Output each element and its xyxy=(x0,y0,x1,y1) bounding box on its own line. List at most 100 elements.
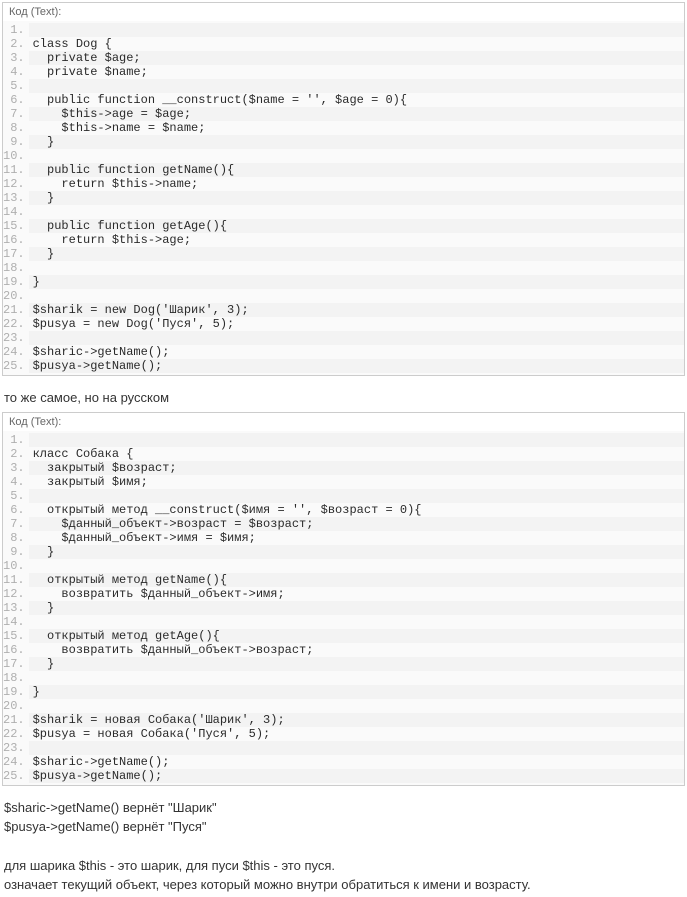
code-block-1: Код (Text): 1.2.3.4.5.6.7.8.9.10.11.12.1… xyxy=(2,2,685,376)
code-line: } xyxy=(29,545,684,559)
line-number: 21. xyxy=(3,713,29,727)
code-line: $данный_объект->имя = $имя; xyxy=(29,531,684,545)
code-line: открытый метод __construct($имя = '', $в… xyxy=(29,503,684,517)
line-number: 2. xyxy=(3,447,29,461)
line-number: 16. xyxy=(3,233,29,247)
line-number: 16. xyxy=(3,643,29,657)
line-numbers: 1.2.3.4.5.6.7.8.9.10.11.12.13.14.15.16.1… xyxy=(3,21,29,375)
code-line: $sharik = new Dog('Шарик', 3); xyxy=(29,303,684,317)
code-lines: class Dog { private $age; private $name;… xyxy=(29,21,684,375)
code-line: public function __construct($name = '', … xyxy=(29,93,684,107)
line-number: 22. xyxy=(3,727,29,741)
line-number: 12. xyxy=(3,587,29,601)
code-line xyxy=(29,433,684,447)
line-number: 3. xyxy=(3,51,29,65)
line-number: 25. xyxy=(3,359,29,373)
code-line: закрытый $возраст; xyxy=(29,461,684,475)
text-line: означает текущий объект, через который м… xyxy=(4,877,531,892)
line-number: 17. xyxy=(3,657,29,671)
code-line: private $name; xyxy=(29,65,684,79)
code-line: возвратить $данный_объект->возраст; xyxy=(29,643,684,657)
line-numbers: 1.2.3.4.5.6.7.8.9.10.11.12.13.14.15.16.1… xyxy=(3,431,29,785)
line-number: 20. xyxy=(3,289,29,303)
line-number: 3. xyxy=(3,461,29,475)
line-number: 4. xyxy=(3,65,29,79)
line-number: 6. xyxy=(3,503,29,517)
line-number: 25. xyxy=(3,769,29,783)
line-number: 6. xyxy=(3,93,29,107)
line-number: 18. xyxy=(3,671,29,685)
line-number: 11. xyxy=(3,163,29,177)
line-number: 14. xyxy=(3,205,29,219)
code-line xyxy=(29,489,684,503)
code-line: } xyxy=(29,135,684,149)
line-number: 14. xyxy=(3,615,29,629)
line-number: 19. xyxy=(3,275,29,289)
line-number: 4. xyxy=(3,475,29,489)
code-line xyxy=(29,671,684,685)
code-line: открытый метод getName(){ xyxy=(29,573,684,587)
line-number: 8. xyxy=(3,121,29,135)
code-line: открытый метод getAge(){ xyxy=(29,629,684,643)
line-number: 5. xyxy=(3,489,29,503)
code-line: $pusya->getName(); xyxy=(29,359,684,373)
code-line: public function getAge(){ xyxy=(29,219,684,233)
code-line: $pusya = new Dog('Пуся', 5); xyxy=(29,317,684,331)
code-block-2: Код (Text): 1.2.3.4.5.6.7.8.9.10.11.12.1… xyxy=(2,412,685,786)
code-line: } xyxy=(29,601,684,615)
code-line xyxy=(29,331,684,345)
code-line: return $this->name; xyxy=(29,177,684,191)
code-lines: класс Собака { закрытый $возраст; закрыт… xyxy=(29,431,684,785)
code-line: $sharik = новая Собака('Шарик', 3); xyxy=(29,713,684,727)
code-line: $sharic->getName(); xyxy=(29,755,684,769)
line-number: 15. xyxy=(3,629,29,643)
code-line: } xyxy=(29,657,684,671)
text-line: $sharic->getName() вернёт "Шарик" xyxy=(4,800,217,815)
paragraph-same-russian: то же самое, но на русском xyxy=(0,386,687,410)
line-number: 11. xyxy=(3,573,29,587)
code-line xyxy=(29,23,684,37)
line-number: 18. xyxy=(3,261,29,275)
code-line: } xyxy=(29,191,684,205)
line-number: 23. xyxy=(3,331,29,345)
code-line: return $this->age; xyxy=(29,233,684,247)
code-line xyxy=(29,615,684,629)
line-number: 10. xyxy=(3,559,29,573)
code-line: $this->age = $age; xyxy=(29,107,684,121)
code-line: возвратить $данный_объект->имя; xyxy=(29,587,684,601)
line-number: 21. xyxy=(3,303,29,317)
code-line: private $age; xyxy=(29,51,684,65)
line-number: 7. xyxy=(3,517,29,531)
code-header: Код (Text): xyxy=(3,3,684,21)
code-line: } xyxy=(29,275,684,289)
code-line xyxy=(29,79,684,93)
code-line: public function getName(){ xyxy=(29,163,684,177)
line-number: 23. xyxy=(3,741,29,755)
line-number: 5. xyxy=(3,79,29,93)
line-number: 24. xyxy=(3,345,29,359)
code-line: $this->name = $name; xyxy=(29,121,684,135)
code-line: } xyxy=(29,247,684,261)
line-number: 2. xyxy=(3,37,29,51)
code-line: $sharic->getName(); xyxy=(29,345,684,359)
code-line xyxy=(29,289,684,303)
line-number: 9. xyxy=(3,135,29,149)
code-line: $pusya = новая Собака('Пуся', 5); xyxy=(29,727,684,741)
line-number: 22. xyxy=(3,317,29,331)
code-line xyxy=(29,205,684,219)
code-header: Код (Text): xyxy=(3,413,684,431)
line-number: 17. xyxy=(3,247,29,261)
line-number: 1. xyxy=(3,23,29,37)
paragraph-returns: $sharic->getName() вернёт "Шарик" $pusya… xyxy=(0,796,687,839)
line-number: 19. xyxy=(3,685,29,699)
code-line xyxy=(29,149,684,163)
paragraph-this-explain: для шарика $this - это шарик, для пуси $… xyxy=(0,854,687,897)
line-number: 24. xyxy=(3,755,29,769)
code-line: класс Собака { xyxy=(29,447,684,461)
code-line xyxy=(29,559,684,573)
line-number: 13. xyxy=(3,191,29,205)
code-line xyxy=(29,261,684,275)
code-line: } xyxy=(29,685,684,699)
line-number: 20. xyxy=(3,699,29,713)
code-line xyxy=(29,741,684,755)
